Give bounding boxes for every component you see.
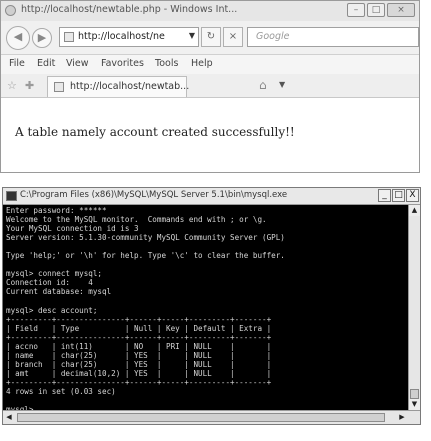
- scroll-thumb[interactable]: [410, 389, 419, 399]
- console-caption-buttons: _ □ X: [378, 189, 419, 202]
- console-line: +---------+---------------+------+-----+…: [6, 332, 272, 342]
- console-line: | amt | decimal(10,2) | YES | | NULL | |: [6, 368, 272, 378]
- address-bar[interactable]: http://localhost/ne ▼: [59, 27, 199, 47]
- scroll-thumb[interactable]: [17, 413, 385, 422]
- console-line: Type 'help;' or '\h' for help. Type '\c'…: [6, 251, 285, 261]
- tab-bar: ☆ ✚ http://localhost/newtab... ⌂ ▼: [1, 74, 419, 98]
- browser-caption-buttons: – □ ×: [347, 3, 415, 18]
- console-line: 4 rows in set (0.03 sec): [6, 386, 116, 396]
- browser-title: http://localhost/newtable.php - Windows …: [21, 4, 238, 15]
- menu-edit[interactable]: Edit: [37, 58, 55, 69]
- console-title-bar[interactable]: C:\Program Files (x86)\MySQL\MySQL Serve…: [3, 188, 420, 205]
- console-line: Welcome to the MySQL monitor. Commands e…: [6, 215, 267, 225]
- browser-window: http://localhost/newtable.php - Windows …: [0, 0, 420, 173]
- console-maximize-button[interactable]: □: [392, 189, 405, 202]
- scroll-left-icon[interactable]: ◀: [3, 411, 15, 424]
- console-line: +---------+---------------+------+-----+…: [6, 314, 272, 324]
- page-content: A table namely account created successfu…: [1, 98, 419, 172]
- address-input[interactable]: http://localhost/ne: [78, 31, 182, 42]
- console-line: Current database: mysql: [6, 287, 112, 297]
- menu-file[interactable]: File: [9, 58, 25, 69]
- scroll-down-icon[interactable]: ▼: [409, 399, 420, 410]
- maximize-button[interactable]: □: [367, 3, 385, 17]
- forward-button[interactable]: ▶: [32, 28, 52, 48]
- page-icon: [64, 32, 74, 42]
- console-line: | accno | int(11) | NO | PRI | NULL | |: [6, 341, 272, 351]
- console-line: mysql> connect mysql;: [6, 269, 103, 279]
- browser-title-bar[interactable]: http://localhost/newtable.php - Windows …: [1, 1, 419, 21]
- menu-favorites[interactable]: Favorites: [101, 58, 144, 69]
- console-app-icon: [6, 191, 17, 201]
- console-title: C:\Program Files (x86)\MySQL\MySQL Serve…: [20, 190, 288, 200]
- vertical-scrollbar[interactable]: ▲ ▼: [408, 205, 420, 410]
- scroll-right-icon[interactable]: ▶: [396, 411, 408, 424]
- chevron-down-icon[interactable]: ▼: [189, 31, 195, 40]
- console-line: Server version: 5.1.30-community MySQL C…: [6, 233, 285, 243]
- tab-newtable[interactable]: http://localhost/newtab...: [47, 76, 190, 97]
- console-line: Enter password: ******: [6, 206, 107, 215]
- console-line: +---------+---------------+------+-----+…: [6, 377, 272, 387]
- page-icon: [54, 82, 64, 92]
- favorites-star-icon[interactable]: ☆: [7, 79, 17, 92]
- stop-button[interactable]: ×: [223, 27, 243, 47]
- console-text: Enter password: ****** Welcome to the My…: [3, 205, 409, 410]
- menu-bar: File Edit View Favorites Tools Help: [1, 55, 419, 74]
- scroll-up-icon[interactable]: ▲: [409, 205, 420, 216]
- add-favorites-icon[interactable]: ✚: [25, 79, 34, 92]
- console-line: mysql> desc account;: [6, 305, 98, 315]
- console-line: Connection id: 4: [6, 278, 93, 288]
- refresh-button[interactable]: ↻: [201, 27, 221, 47]
- close-button[interactable]: ×: [387, 3, 415, 17]
- horizontal-scrollbar[interactable]: ◀ ▶: [3, 410, 420, 424]
- search-placeholder: Google: [256, 31, 290, 42]
- console-output[interactable]: Enter password: ****** Welcome to the My…: [3, 205, 409, 410]
- success-message: A table namely account created successfu…: [15, 125, 295, 139]
- console-line: Your MySQL connection id is 3: [6, 224, 139, 234]
- console-window: C:\Program Files (x86)\MySQL\MySQL Serve…: [2, 187, 421, 425]
- address-toolbar: ◀ ▶ http://localhost/ne ▼ ↻ × Google: [1, 21, 419, 55]
- chevron-down-icon[interactable]: ▼: [279, 80, 285, 89]
- console-line: | branch | char(25) | YES | | NULL | |: [6, 359, 272, 369]
- search-input[interactable]: Google: [247, 27, 419, 47]
- console-line: | name | char(25) | YES | | NULL | |: [6, 350, 272, 360]
- console-line: | Field | Type | Null | Key | Default | …: [6, 323, 272, 333]
- ie-app-icon: [5, 5, 16, 16]
- console-minimize-button[interactable]: _: [378, 189, 391, 202]
- home-icon[interactable]: ⌂: [259, 78, 267, 92]
- console-close-button[interactable]: X: [406, 189, 419, 202]
- minimize-button[interactable]: –: [347, 3, 365, 17]
- menu-view[interactable]: View: [66, 58, 89, 69]
- menu-help[interactable]: Help: [191, 58, 213, 69]
- tab-label: http://localhost/newtab...: [70, 81, 190, 92]
- back-button[interactable]: ◀: [6, 26, 30, 50]
- menu-tools[interactable]: Tools: [155, 58, 178, 69]
